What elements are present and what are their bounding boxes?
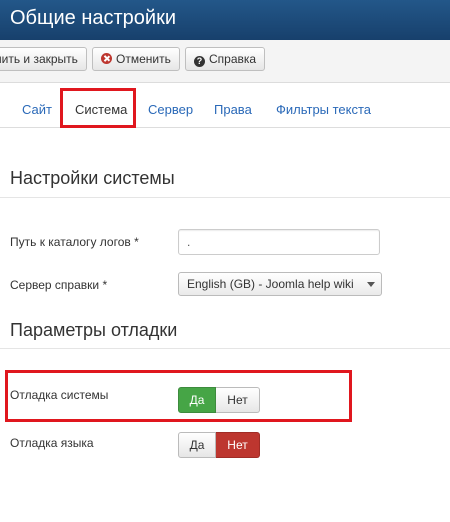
page-header: Общие настройки (0, 0, 450, 40)
language-debug-yes-button[interactable]: Да (178, 432, 216, 458)
save-close-button[interactable]: нить и закрыть (0, 47, 87, 71)
page-title: Общие настройки (10, 7, 176, 29)
save-close-label: нить и закрыть (0, 52, 78, 66)
cancel-button[interactable]: Отменить (92, 47, 180, 71)
toolbar: нить и закрыть Отменить ? Справка (0, 40, 450, 83)
tab-highlight-box (60, 88, 136, 128)
system-settings-title: Настройки системы (10, 168, 175, 188)
help-icon: ? (194, 56, 205, 67)
language-debug-no-button[interactable]: Нет (216, 432, 260, 458)
debug-settings-divider (0, 348, 450, 349)
chevron-down-icon (367, 282, 375, 287)
tab-permissions[interactable]: Права (214, 95, 252, 125)
cancel-label: Отменить (116, 52, 171, 66)
language-debug-label: Отладка языка (10, 436, 94, 450)
tab-site[interactable]: Сайт (22, 95, 52, 125)
help-label: Справка (209, 52, 257, 66)
help-button[interactable]: ? Справка (185, 47, 266, 71)
tab-text-filters[interactable]: Фильтры текста (276, 95, 371, 125)
system-debug-highlight-box (5, 370, 352, 422)
language-debug-toggle: Да Нет (178, 432, 260, 458)
help-server-value: English (GB) - Joomla help wiki (187, 277, 354, 291)
system-settings-divider (0, 197, 450, 198)
help-server-label: Сервер справки * (10, 278, 108, 292)
log-path-input[interactable]: . (178, 229, 380, 255)
tab-server[interactable]: Сервер (148, 95, 193, 125)
log-path-label: Путь к каталогу логов * (10, 235, 139, 249)
cancel-icon (101, 53, 112, 64)
help-server-select[interactable]: English (GB) - Joomla help wiki (178, 272, 382, 296)
debug-settings-title: Параметры отладки (10, 320, 178, 340)
